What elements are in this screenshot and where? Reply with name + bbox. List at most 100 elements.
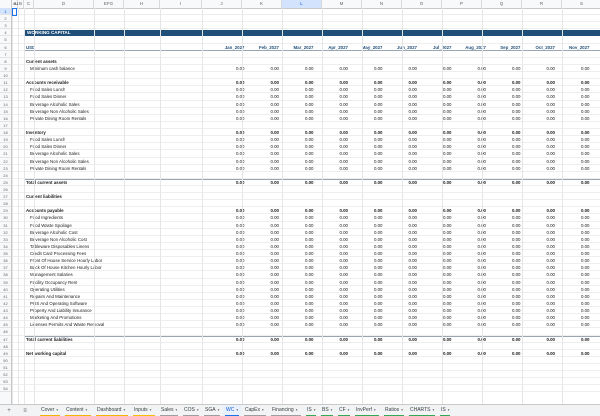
value-cell[interactable]: 0.00 [488,143,521,150]
value-cell[interactable]: 0.00 [488,150,521,157]
value-cell[interactable]: 0.00 [316,314,348,321]
value-cell[interactable]: 0.00 [281,86,314,93]
value-cell[interactable]: 0.00 [212,222,245,229]
value-cell[interactable]: 0.00 [385,108,417,115]
column-header-j[interactable]: J [202,0,242,8]
tab-cos[interactable]: COS ▾ [181,405,201,416]
value-cell[interactable]: 0.00 [350,86,383,93]
column-header-i[interactable]: I [160,0,202,8]
chevron-down-icon[interactable]: ▾ [197,408,199,412]
value-cell[interactable]: 0.00 [247,65,279,72]
row-header[interactable]: 15 [0,108,11,115]
value-cell[interactable]: 0.00 [247,108,279,115]
value-cell[interactable]: 0.00 [419,65,452,72]
column-header-h[interactable]: H [124,0,160,8]
column-header-n[interactable]: N [362,0,402,8]
tab-sales[interactable]: Sales ▾ [158,405,180,416]
value-cell[interactable]: 0.00 [247,236,279,243]
value-cell[interactable]: 0.00 [419,150,452,157]
value-cell[interactable]: 0.00 [316,257,348,264]
value-cell[interactable]: 0.00 [488,136,521,143]
value-cell[interactable]: 0.00 [523,293,555,300]
row-header[interactable]: 32 [0,229,11,236]
value-cell[interactable]: 0.00 [419,336,452,343]
value-cell[interactable]: 0.00 [316,214,348,221]
value-cell[interactable]: 0.00 [281,101,314,108]
value-cell[interactable]: 0.00 [212,207,245,214]
value-cell[interactable]: 0.00 [488,264,521,271]
row-header[interactable]: 45 [0,321,11,329]
row-header[interactable]: 22 [0,158,11,165]
value-cell[interactable]: 0.00 [523,222,555,229]
value-cell[interactable]: 0.00 [523,236,555,243]
value-cell[interactable]: 0.00 [316,86,348,93]
value-cell[interactable]: 0.00 [281,236,314,243]
value-cell[interactable]: 0.00 [488,179,521,186]
value-cell[interactable]: 0.00 [212,350,245,357]
value-cell[interactable]: 0.00 [488,115,521,122]
value-cell[interactable]: 0.00 [212,271,245,278]
value-cell[interactable]: 0.00 [247,158,279,165]
value-cell[interactable]: 0.00 [385,307,417,314]
value-cell[interactable]: 0.00 [281,250,314,257]
value-cell[interactable]: 0.00 [281,264,314,271]
row-header[interactable]: 18 [0,129,11,137]
row-header[interactable]: 30 [0,214,11,222]
value-cell[interactable]: 0.00 [523,86,555,93]
value-cell[interactable]: 0.00 [488,293,521,300]
row-header[interactable]: 54 [0,385,11,393]
value-cell[interactable]: 0.00 [350,79,383,86]
value-cell[interactable]: 0.00 [350,222,383,229]
tab-inputs[interactable]: Inputs ▾ [131,405,157,416]
value-cell[interactable]: 0.00 [488,350,521,357]
value-cell[interactable]: 0.00 [419,250,452,257]
row-header[interactable]: 48 [0,343,11,350]
value-cell[interactable]: 0.00 [212,250,245,257]
row-header[interactable]: 5 [0,36,11,44]
value-cell[interactable]: 0.00 [212,300,245,307]
value-cell[interactable]: 0.00 [523,93,555,100]
value-cell[interactable]: 0.00 [212,101,245,108]
all-sheets-menu-icon[interactable]: ≡ [20,406,30,416]
value-cell[interactable]: 0.00 [350,236,383,243]
value-cell[interactable]: 0.00 [212,179,245,186]
tab-content[interactable]: Content ▾ [63,405,93,416]
chevron-down-icon[interactable]: ▾ [401,408,403,412]
value-cell[interactable]: 0.00 [488,214,521,221]
value-cell[interactable]: 0.00 [212,93,245,100]
value-cell[interactable]: 0.00 [350,129,383,136]
value-cell[interactable]: 0.00 [523,264,555,271]
value-cell[interactable]: 0.00 [523,101,555,108]
tab-charts[interactable]: CHARTS ▾ [407,405,437,416]
value-cell[interactable]: 0.00 [488,101,521,108]
row-header[interactable]: 27 [0,193,11,201]
value-cell[interactable]: 0.00 [247,243,279,250]
value-cell[interactable]: 0.00 [212,143,245,150]
value-cell[interactable]: 0.00 [247,79,279,86]
chevron-down-icon[interactable]: ▾ [56,408,58,412]
chevron-down-icon[interactable]: ▾ [448,408,450,412]
value-cell[interactable]: 0.00 [488,158,521,165]
value-cell[interactable]: 0.00 [247,314,279,321]
row-header[interactable]: 40 [0,286,11,293]
value-cell[interactable]: 0.00 [385,321,417,328]
value-cell[interactable]: 0.00 [523,321,555,328]
value-cell[interactable]: 0.00 [419,293,452,300]
value-cell[interactable]: 0.00 [247,222,279,229]
value-cell[interactable]: 0.00 [316,293,348,300]
value-cell[interactable]: 0.00 [247,207,279,214]
value-cell[interactable]: 0.00 [488,336,521,343]
value-cell[interactable]: 0.00 [281,93,314,100]
row-header[interactable]: 43 [0,307,11,315]
value-cell[interactable]: 0.00 [247,101,279,108]
value-cell[interactable]: 0.00 [385,350,417,357]
chevron-down-icon[interactable]: ▾ [218,408,220,412]
value-cell[interactable]: 0.00 [419,179,452,186]
value-cell[interactable]: 0.00 [316,150,348,157]
column-header-k[interactable]: K [242,0,282,8]
value-cell[interactable]: 0.00 [316,243,348,250]
value-cell[interactable]: 0.00 [316,236,348,243]
row-header[interactable]: 23 [0,165,11,172]
tab-wc[interactable]: WC ▾ [223,405,241,416]
tab-cf[interactable]: CF ▾ [336,405,352,416]
